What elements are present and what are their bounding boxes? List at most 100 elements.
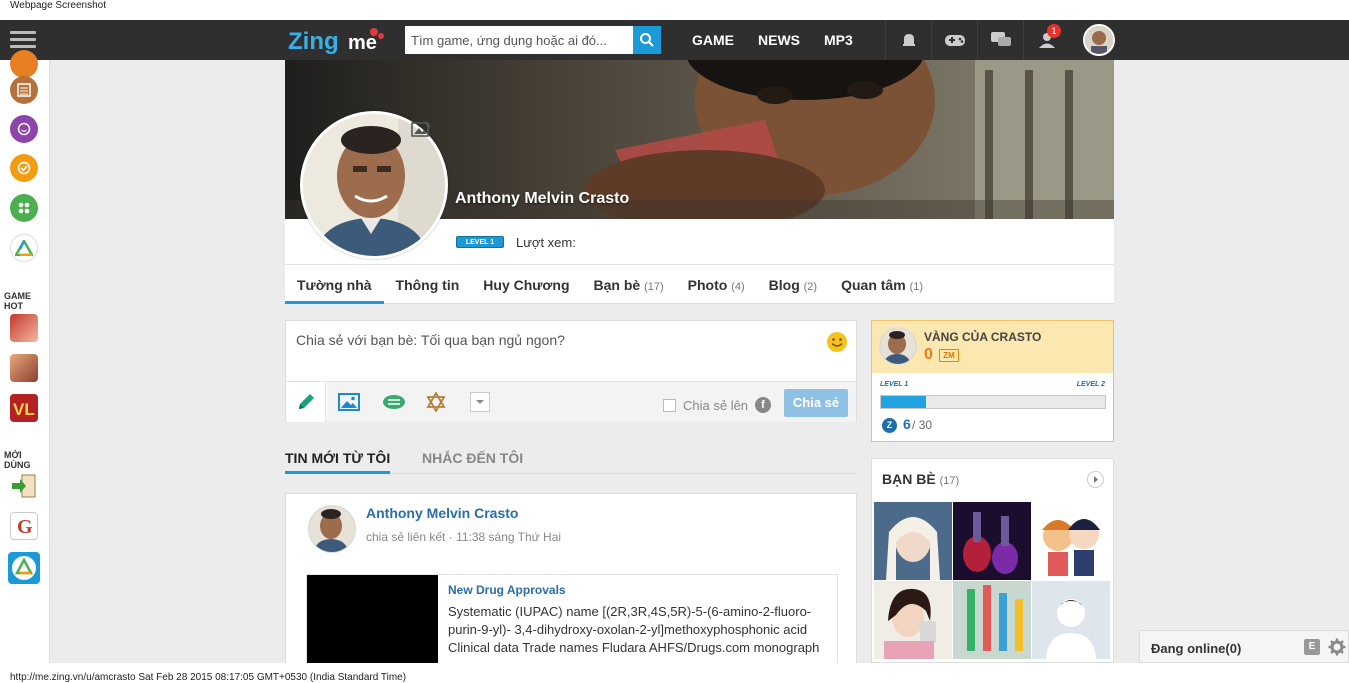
vl-game-icon: VL [10,394,38,422]
tab-count: (4) [731,281,745,293]
nav-game[interactable]: GAME [680,20,746,60]
views-label: Lượt xem: [516,235,576,250]
profile-name[interactable]: Anthony Melvin Crasto [455,190,629,208]
level-current-label: LEVEL 1 [880,381,909,388]
friends-title[interactable]: BẠN BÈ (17) [882,471,959,487]
level-badge: LEVEL 1 [456,236,504,248]
photo-icon [338,393,360,411]
game-hot-label: GAME HOT [4,291,31,311]
nav-news[interactable]: NEWS [746,20,812,60]
online-chat-bar[interactable]: Đang online(0) E [1139,630,1349,663]
friend-tile[interactable] [953,502,1031,580]
check-app-icon[interactable] [10,154,38,182]
more-tools-dropdown[interactable] [470,392,490,412]
level-progress-bar [880,395,1106,409]
app-icon-top[interactable] [10,50,38,78]
post-meta: chia sẻ liên kết · 11:38 sáng Thứ Hai [366,530,562,544]
gold-card: VÀNG CỦA CRASTO 0 ZM LEVEL 1 LEVEL 2 Z 6… [871,320,1114,442]
pencil-icon [298,394,314,409]
tab-label: Thông tin [395,277,460,293]
friend-tile[interactable] [874,581,952,659]
tab-label: Blog [768,277,800,293]
tab-count: (2) [803,281,818,293]
facebook-icon: f [755,397,771,413]
tab-label: Tường nhà [297,277,372,293]
post-time[interactable]: 11:38 sáng Thứ Hai [456,530,561,544]
post-action: chia sẻ liên kết [366,530,446,544]
drive-icon [12,556,36,580]
link-title[interactable]: New Drug Approvals [448,583,566,597]
edit-avatar-button[interactable] [411,121,431,139]
tab-interests[interactable]: Quan tâm (1) [829,265,935,303]
app-icon-drive[interactable] [8,552,40,584]
share-to-facebook-checkbox[interactable] [663,399,676,412]
game-icon-3[interactable]: VL [10,394,38,422]
chat-icon [990,32,1011,46]
sticker-button[interactable] [382,391,406,413]
post-author-avatar[interactable] [308,505,356,553]
game-icon-2[interactable] [10,354,38,382]
tab-info[interactable]: Thông tin [384,265,472,303]
gold-avatar-image [880,328,916,364]
post-author-name[interactable]: Anthony Melvin Crasto [366,505,518,521]
svg-text:G: G [17,516,33,538]
search-button[interactable] [633,26,661,54]
tab-my-news[interactable]: TIN MỚI TỪ TÔI [285,450,391,474]
emoji-button[interactable] [826,331,848,353]
share-button[interactable]: Chia sẻ [784,389,848,417]
friend-photo [1032,502,1110,580]
friends-next-button[interactable] [1087,471,1104,488]
news-app-icon[interactable] [10,76,38,104]
gold-amount: 0 [924,346,933,363]
friend-tile[interactable] [1032,581,1110,659]
app-icon-login[interactable] [10,472,38,500]
friend-tile[interactable] [874,502,952,580]
default-avatar-icon [1032,581,1110,659]
top-avatar[interactable] [1083,24,1115,56]
friend-tile[interactable] [953,581,1031,659]
app-icon-g[interactable]: G [10,512,38,540]
logo-zing-text: Zing [288,28,339,55]
search-input[interactable] [405,26,633,54]
tab-friends[interactable]: Bạn bè (17) [582,265,676,303]
chat-app-icon[interactable] [10,115,38,143]
feed-tabs: TIN MỚI TỪ TÔI NHẮC ĐẾN TÔI [285,450,857,474]
post-avatar-image [309,506,355,552]
feed-post: Anthony Melvin Crasto chia sẻ liên kết ·… [285,493,857,663]
photo-button[interactable] [337,391,361,413]
tab-count: (1) [909,281,924,293]
e-button[interactable]: E [1304,639,1320,655]
gear-icon [1328,638,1346,656]
tab-mentions[interactable]: NHẮC ĐẾN TÔI [422,450,523,466]
level-next-label: LEVEL 2 [1076,381,1105,388]
apps-grid-icon[interactable] [10,194,38,222]
menu-icon[interactable] [10,31,36,49]
composer-input[interactable]: Chia sẻ với bạn bè: Tối qua bạn ngủ ngon… [296,332,565,348]
friend-tile[interactable] [1032,502,1110,580]
drive-app-icon[interactable] [10,234,38,262]
gamepad-button[interactable] [931,20,977,60]
checkin-button[interactable] [424,391,448,413]
zing-me-app: Zing me GAME NEWS MP3 [0,20,1349,663]
status-url: http://me.zing.vn/u/amcrasto Sat Feb 28 … [10,672,407,683]
game-icon-1[interactable] [10,314,38,342]
zing-me-logo[interactable]: Zing me [288,24,403,56]
tab-photo[interactable]: Photo (4) [676,265,757,303]
write-status-button[interactable] [286,382,326,422]
xp-current: 6 [903,416,911,432]
friend-request-button[interactable]: 1 [1023,20,1069,60]
gear-button[interactable] [1328,638,1346,656]
image-edit-icon [411,121,431,137]
friends-count: (17) [939,475,960,487]
bell-icon [902,34,915,46]
triangle-logo-icon [15,240,33,256]
gold-avatar[interactable] [879,327,917,365]
tab-medals[interactable]: Huy Chương [471,265,581,303]
chat-button[interactable] [977,20,1023,60]
tab-blog[interactable]: Blog (2) [757,265,829,303]
shared-link-card[interactable]: New Drug Approvals Systematic (IUPAC) na… [306,574,838,663]
tab-wall[interactable]: Tường nhà [285,265,384,304]
capture-label: Webpage Screenshot [10,0,106,11]
nav-mp3[interactable]: MP3 [812,20,865,60]
bell-button[interactable] [885,20,931,60]
